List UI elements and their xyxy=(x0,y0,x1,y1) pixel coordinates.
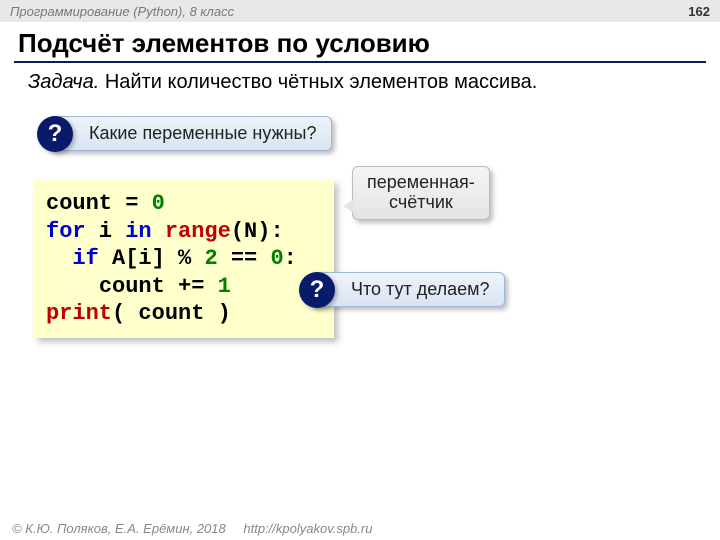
code-text: ( count ) xyxy=(112,301,231,326)
code-indent xyxy=(46,274,99,299)
header-bar: Программирование (Python), 8 класс 162 xyxy=(0,0,720,22)
annotation-counter-var: переменная- счётчик xyxy=(352,166,490,220)
code-literal: 0 xyxy=(152,191,165,216)
code-keyword: for xyxy=(46,219,86,244)
code-text: A[i] % xyxy=(99,246,205,271)
page-title: Подсчёт элементов по условию xyxy=(0,22,720,61)
code-text: == xyxy=(218,246,271,271)
question-callout-2: ? Что тут делаем? xyxy=(310,272,505,307)
task-text: Задача. Найти количество чётных элементо… xyxy=(0,71,720,106)
title-underline xyxy=(14,61,706,63)
copyright-text: © К.Ю. Поляков, Е.А. Ерёмин, 2018 xyxy=(12,521,226,536)
question-mark-icon: ? xyxy=(37,116,73,152)
code-text: : xyxy=(284,246,297,271)
code-keyword: in xyxy=(125,219,151,244)
task-body: Найти количество чётных элементов массив… xyxy=(99,71,537,93)
question-callout-1: ? Какие переменные нужны? xyxy=(48,116,332,151)
callout-tail xyxy=(343,198,355,214)
code-builtin: print xyxy=(46,301,112,326)
footer-url: http://kpolyakov.spb.ru xyxy=(243,521,372,536)
question-mark-icon: ? xyxy=(299,272,335,308)
task-label: Задача. xyxy=(28,71,99,93)
code-text: i xyxy=(86,219,126,244)
code-builtin: range xyxy=(165,219,231,244)
code-text: count += xyxy=(99,274,218,299)
code-text: count = xyxy=(46,191,152,216)
code-indent xyxy=(46,246,72,271)
code-text xyxy=(152,219,165,244)
page-number: 162 xyxy=(688,4,710,19)
question-text-1: Какие переменные нужны? xyxy=(89,123,317,143)
code-literal: 0 xyxy=(270,246,283,271)
code-literal: 2 xyxy=(204,246,217,271)
question-text-2: Что тут делаем? xyxy=(351,279,490,299)
code-text: (N): xyxy=(231,219,284,244)
code-block: count = 0 for i in range(N): if A[i] % 2… xyxy=(34,180,334,338)
annotation-line2: счётчик xyxy=(389,192,453,212)
footer: © К.Ю. Поляков, Е.А. Ерёмин, 2018 http:/… xyxy=(12,521,372,536)
annotation-line1: переменная- xyxy=(367,172,475,192)
course-label: Программирование (Python), 8 класс xyxy=(10,4,234,19)
code-literal: 1 xyxy=(218,274,231,299)
code-keyword: if xyxy=(72,246,98,271)
